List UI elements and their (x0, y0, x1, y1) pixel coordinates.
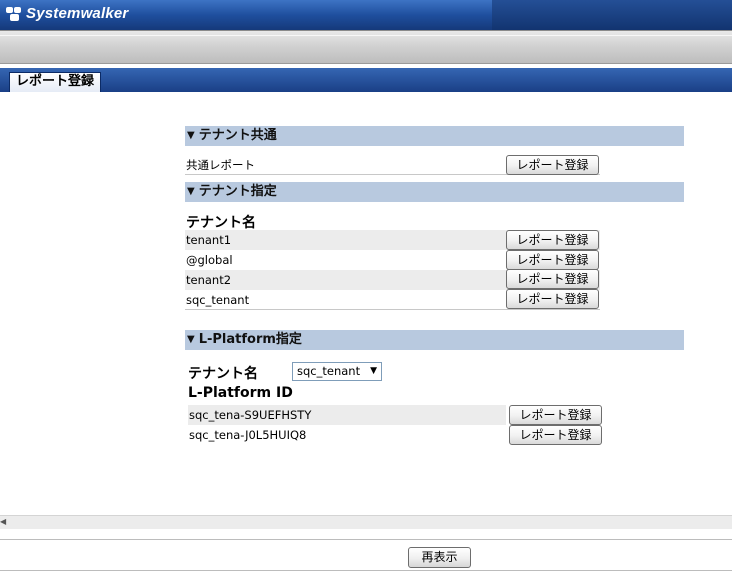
section-title: テナント共通 (198, 128, 277, 143)
table-row: sqc_tena-S9UEFHSTY (188, 405, 506, 425)
report-register-button[interactable]: レポート登録 (506, 289, 599, 309)
section-title: L-Platform指定 (198, 332, 302, 347)
report-register-button[interactable]: レポート登録 (506, 155, 599, 175)
row-label: sqc_tenant (186, 293, 250, 307)
collapse-triangle-icon[interactable]: ▼ (187, 126, 195, 146)
header-right-panel (492, 0, 732, 30)
tenant-select-value: sqc_tenant (297, 364, 361, 378)
chevron-down-icon[interactable]: ▼ (370, 363, 377, 380)
section-header-lplatform[interactable]: ▼ L-Platform指定 (185, 330, 684, 350)
divider (0, 570, 732, 571)
section-title: テナント指定 (198, 184, 277, 199)
app-header: Systemwalker (0, 0, 732, 30)
divider (0, 539, 732, 540)
collapse-triangle-icon[interactable]: ▼ (187, 182, 195, 202)
collapse-triangle-icon[interactable]: ▼ (187, 330, 195, 350)
row-label: tenant1 (186, 233, 232, 247)
row-label: tenant2 (186, 273, 232, 287)
tab-bar: レポート登録 (0, 68, 732, 92)
report-register-button[interactable]: レポート登録 (506, 269, 599, 289)
report-register-button[interactable]: レポート登録 (509, 405, 602, 425)
row-label: sqc_tena-J0L5HUIQ8 (189, 428, 307, 442)
column-header-tenant-name: テナント名 (186, 215, 256, 231)
report-register-button[interactable]: レポート登録 (506, 230, 599, 250)
row-label: 共通レポート (186, 158, 255, 172)
logo: Systemwalker (6, 5, 128, 22)
logo-text: Systemwalker (26, 5, 129, 22)
report-register-button[interactable]: レポート登録 (509, 425, 602, 445)
tenant-select[interactable]: sqc_tenant ▼ (292, 362, 382, 381)
scroll-left-arrow-icon[interactable]: ◀ (0, 517, 6, 526)
table-row: sqc_tena-J0L5HUIQ8 (188, 425, 506, 445)
toolbar-strip (0, 30, 732, 64)
horizontal-scrollbar[interactable]: ◀ (0, 515, 732, 529)
systemwalker-logo-icon (6, 6, 22, 22)
section-header-tenant-common[interactable]: ▼ テナント共通 (185, 126, 684, 146)
column-header-lplatform-id: L-Platform ID (188, 385, 293, 401)
row-label: sqc_tena-S9UEFHSTY (189, 408, 312, 422)
tenant-name-label: テナント名 (188, 366, 258, 382)
section-header-tenant-specified[interactable]: ▼ テナント指定 (185, 182, 684, 202)
row-label: @global (186, 253, 233, 267)
refresh-button[interactable]: 再表示 (408, 547, 471, 568)
tab-report-register[interactable]: レポート登録 (9, 72, 102, 92)
report-register-button[interactable]: レポート登録 (506, 250, 599, 270)
